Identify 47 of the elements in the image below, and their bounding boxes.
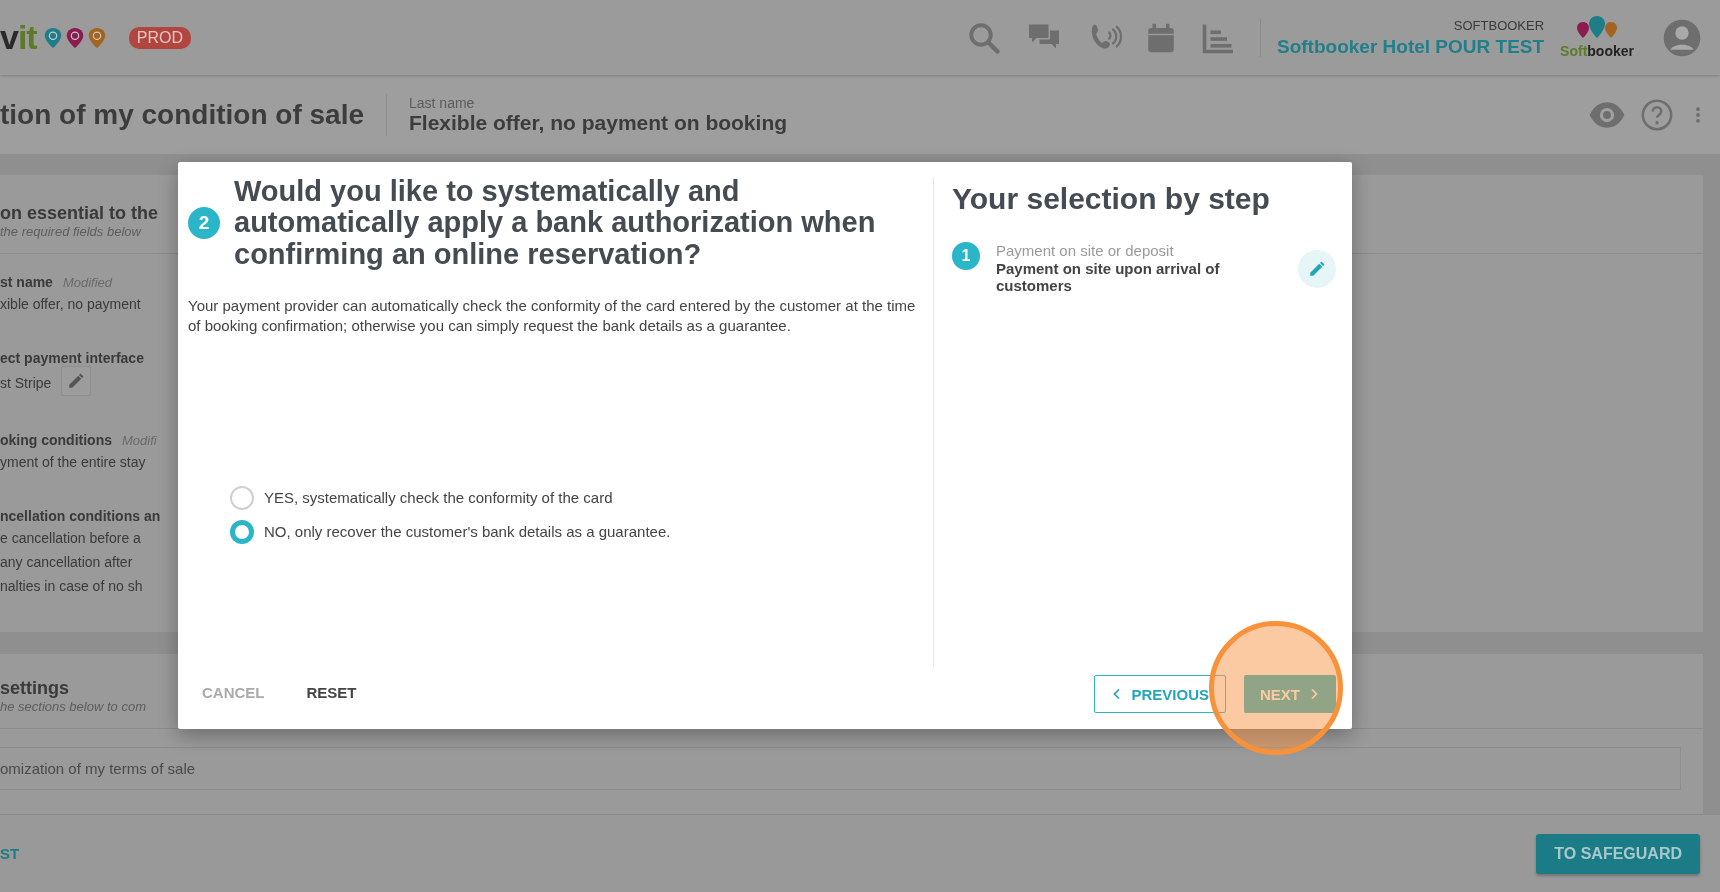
app-logo[interactable]: vit [0, 18, 37, 57]
step-value: Payment on site upon arrival of customers [996, 260, 1221, 294]
field-value: xible offer, no payment [0, 295, 141, 314]
next-button[interactable]: NEXT [1244, 675, 1336, 713]
page-title: tion of my condition of sale [0, 98, 364, 131]
field-label: ect payment interface [0, 350, 144, 366]
field-label: Last name [409, 94, 476, 111]
brand-logo[interactable]: Softbooker [1560, 43, 1634, 59]
step-badge: 2 [188, 206, 220, 239]
help-icon[interactable] [1640, 97, 1674, 132]
summary-title: Your selection by step [952, 182, 1271, 216]
environment-badge: PROD [128, 26, 191, 49]
radio-button[interactable] [230, 519, 254, 544]
edit-button[interactable] [61, 366, 92, 396]
pencil-icon [1308, 260, 1326, 278]
field-label: ncellation conditions an [0, 508, 161, 524]
step-label: Payment on site or deposit [996, 242, 1175, 259]
question-title: Would you like to systematically and automatically apply a bank authorization when confirming an online reservation? [234, 176, 877, 270]
reset-button[interactable]: RESET [296, 678, 367, 707]
footer-link[interactable]: ST [0, 845, 20, 862]
section-hint: he sections below to com [0, 699, 146, 714]
field-value: any cancellation after [0, 553, 133, 572]
save-button[interactable]: TO SAFEGUARD [1536, 833, 1700, 874]
field-value: nalties in case of no sh [0, 577, 143, 596]
option-label[interactable]: YES, systematically check the conformity of the card [264, 489, 613, 507]
section-hint: the required fields below [0, 224, 141, 239]
field-value: Flexible offer, no payment on booking [409, 110, 788, 135]
section-title: on essential to the [0, 203, 159, 224]
pencil-icon [67, 372, 86, 390]
brand-pins-icon [1577, 16, 1618, 39]
field-value: e cancellation before a [0, 529, 141, 548]
field-label: st name [0, 274, 53, 290]
section-title: settings [0, 678, 69, 699]
field-label: oking conditions [0, 432, 112, 448]
radio-button[interactable] [230, 485, 254, 510]
settings-item[interactable]: omization of my terms of sale [0, 747, 1681, 790]
previous-button[interactable]: PREVIOUS [1094, 675, 1226, 713]
description-text: Your payment provider can automatically check the conformity of the card entered by the customer at the time of booking confirmation; otherwise you can simply request the bank details as a guarantee. [188, 295, 917, 336]
user-avatar-icon[interactable] [1662, 17, 1702, 58]
edit-step-button[interactable] [1298, 250, 1336, 288]
field-value: st Stripe [0, 374, 52, 393]
field-value: yment of the entire stay [0, 453, 146, 472]
option-label[interactable]: NO, only recover the customer's bank details as a guarantee. [264, 523, 671, 541]
hotel-name[interactable]: Softbooker Hotel POUR TEST [1277, 35, 1545, 58]
account-label: SOFTBOOKER [1452, 17, 1545, 33]
step-badge: 1 [952, 242, 980, 270]
cancel-button[interactable]: CANCEL [192, 678, 275, 707]
